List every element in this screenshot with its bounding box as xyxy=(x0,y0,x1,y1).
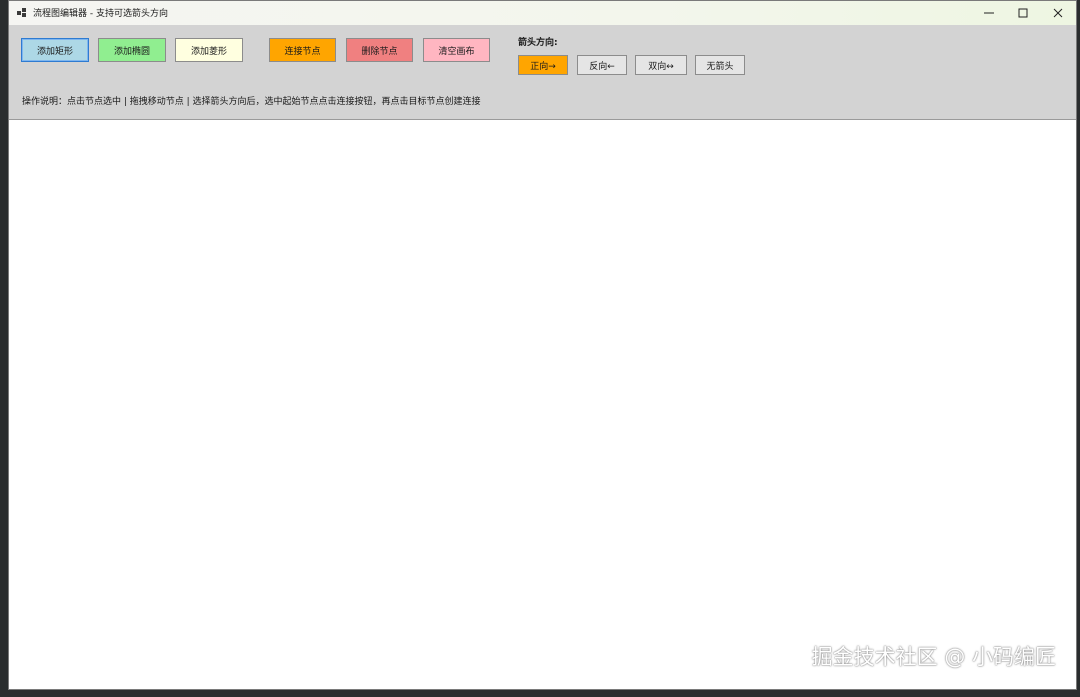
arrow-none-button[interactable]: 无箭头 xyxy=(695,55,745,75)
help-text: 操作说明：点击节点选中 | 拖拽移动节点 | 选择箭头方向后，选中起始节点点击连… xyxy=(22,97,481,107)
maximize-icon xyxy=(1018,8,1028,18)
drawing-canvas[interactable] xyxy=(9,120,1076,689)
connect-nodes-button[interactable]: 连接节点 xyxy=(269,38,336,62)
delete-node-button[interactable]: 删除节点 xyxy=(346,38,413,62)
close-button[interactable] xyxy=(1041,1,1075,25)
arrow-direction-label: 箭头方向: xyxy=(518,38,558,48)
arrow-both-button[interactable]: 双向↔ xyxy=(635,55,687,75)
add-ellipse-button[interactable]: 添加椭圆 xyxy=(98,38,166,62)
minimize-button[interactable] xyxy=(972,1,1006,25)
app-icon xyxy=(17,8,26,17)
watermark: 掘金技术社区 @ 小码编匠 xyxy=(811,645,1056,669)
arrow-forward-button[interactable]: 正向→ xyxy=(518,55,568,75)
add-diamond-button[interactable]: 添加菱形 xyxy=(175,38,243,62)
toolbar: 添加矩形 添加椭圆 添加菱形 连接节点 删除节点 清空画布 箭头方向: 正向→ … xyxy=(9,25,1076,120)
app-window: 流程图编辑器 - 支持可选箭头方向 添加矩形 添加椭圆 添加菱形 连接节点 删除… xyxy=(8,0,1077,690)
add-rectangle-button[interactable]: 添加矩形 xyxy=(21,38,89,62)
close-icon xyxy=(1053,8,1063,18)
minimize-icon xyxy=(984,12,994,14)
maximize-button[interactable] xyxy=(1006,1,1040,25)
clear-canvas-button[interactable]: 清空画布 xyxy=(423,38,490,62)
window-title: 流程图编辑器 - 支持可选箭头方向 xyxy=(33,9,168,19)
title-bar[interactable]: 流程图编辑器 - 支持可选箭头方向 xyxy=(9,1,1076,25)
arrow-reverse-button[interactable]: 反向← xyxy=(577,55,627,75)
